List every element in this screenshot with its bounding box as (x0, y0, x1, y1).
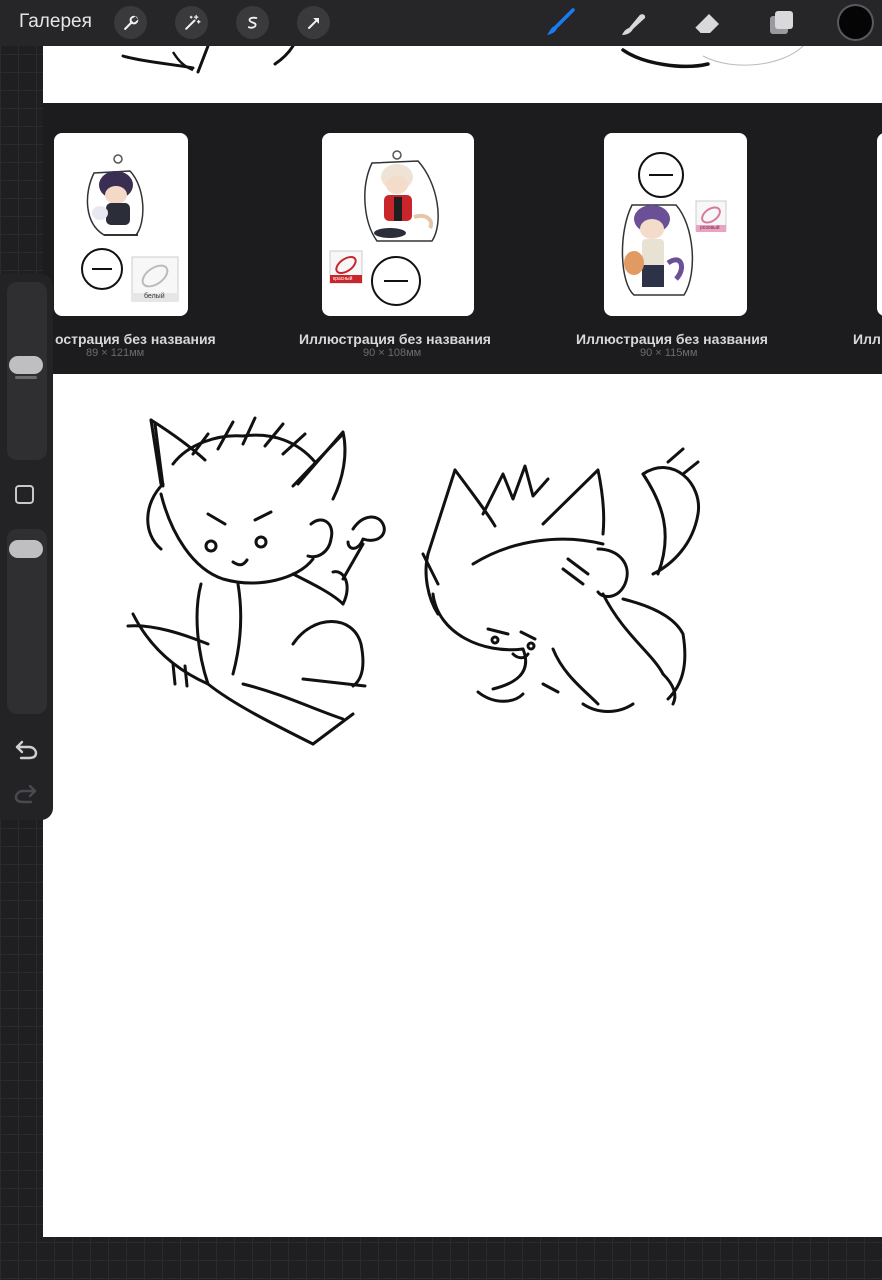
thumbnail-title[interactable]: Иллюстрация без названия (576, 331, 768, 347)
brush-size-slider[interactable] (7, 282, 47, 460)
thumbnail-title[interactable]: острация без названия (55, 331, 216, 347)
acrylic-charm-preview (81, 154, 179, 302)
smudge-icon[interactable] (618, 7, 650, 39)
tag-label: розовый (700, 225, 720, 231)
thumbnail-size: 89 × 121мм (86, 347, 145, 359)
canvas-top-area[interactable] (43, 46, 882, 103)
modify-button[interactable] (15, 485, 34, 504)
selection-icon[interactable] (236, 6, 269, 39)
top-toolbar: Галерея (0, 0, 882, 46)
wrench-icon[interactable] (114, 6, 147, 39)
gallery-button[interactable]: Галерея (19, 11, 92, 33)
magic-wand-icon[interactable] (175, 6, 208, 39)
gallery-thumbnail[interactable]: красный (322, 133, 474, 316)
tag-label: красный (333, 276, 353, 282)
left-sidebar (0, 274, 53, 820)
thumbnail-size: 90 × 115мм (640, 347, 698, 359)
thumbnail-title[interactable]: Илл (853, 331, 881, 347)
opacity-slider[interactable] (7, 529, 47, 714)
thumbnail-title[interactable]: Иллюстрация без названия (299, 331, 491, 347)
eraser-icon[interactable] (692, 7, 724, 39)
brush-icon[interactable] (544, 7, 576, 39)
undo-icon[interactable] (13, 738, 39, 762)
color-picker-swatch[interactable] (839, 6, 872, 39)
brush-size-knob[interactable] (9, 356, 43, 374)
gallery-thumbnail[interactable]: белый (54, 133, 188, 316)
redo-icon[interactable] (13, 782, 39, 806)
layers-icon[interactable] (766, 7, 798, 39)
slider-indicator (15, 376, 37, 379)
gallery-thumbnail-strip: белый острация без названия 89 × 121мм к… (43, 103, 882, 374)
thumbnail-size: 90 × 108мм (363, 347, 422, 359)
acrylic-charm-preview (329, 150, 439, 306)
gallery-thumbnail[interactable]: розовый (604, 133, 747, 316)
transform-arrow-icon[interactable] (297, 6, 330, 39)
tag-label: белый (144, 293, 165, 300)
sketch-drawing (126, 416, 701, 746)
sketch-strokes-top (121, 46, 804, 74)
acrylic-charm-preview (621, 152, 727, 296)
drawing-canvas[interactable] (43, 374, 882, 1237)
opacity-knob[interactable] (9, 540, 43, 558)
gallery-thumbnail[interactable] (877, 133, 882, 316)
